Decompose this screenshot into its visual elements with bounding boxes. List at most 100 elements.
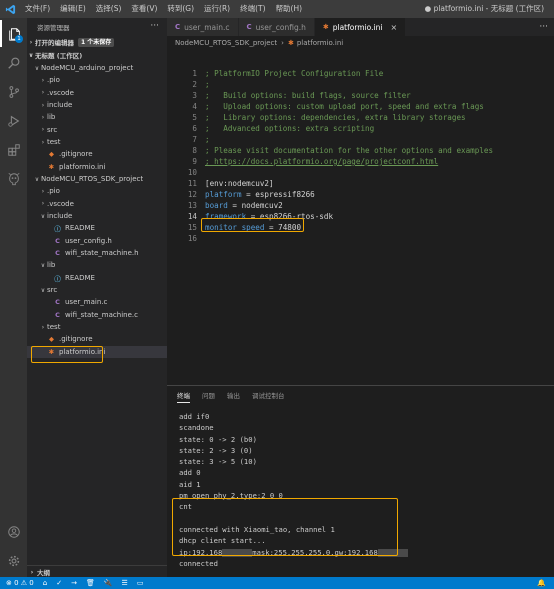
explorer-title: 资源管理器 bbox=[37, 24, 70, 32]
code-line: ; https://docs.platformio.org/page/proje… bbox=[205, 156, 545, 167]
open-editors-section[interactable]: › 打开的编辑器 1 个未保存 bbox=[27, 36, 167, 48]
new-terminal-icon[interactable]: ▭ bbox=[137, 579, 144, 587]
tree-item[interactable]: › include bbox=[27, 99, 167, 111]
notifications-bell-icon[interactable]: 🔔 bbox=[537, 577, 546, 589]
tree-item[interactable]: ∨ NodeMCU_RTOS_SDK_project bbox=[27, 173, 167, 185]
menu-item-1[interactable]: 编辑(E) bbox=[55, 0, 91, 18]
chevron-down-icon: ∨ bbox=[40, 261, 46, 269]
menu-bar: 文件(F) 编辑(E) 选择(S) 查看(V) 转到(G) 运行(R) 终端(T) 帮助(H) bbox=[20, 0, 307, 18]
menu-item-4[interactable]: 转到(G) bbox=[162, 0, 199, 18]
outline-section[interactable]: › 大纲 bbox=[27, 565, 167, 577]
breadcrumb-folder[interactable]: NodeMCU_RTOS_SDK_project bbox=[175, 39, 277, 47]
tree-item[interactable]: ◆ .gitignore bbox=[27, 148, 167, 160]
tab-user-config-h[interactable]: Cuser_config.h bbox=[238, 18, 315, 36]
terminal-text: scandone bbox=[179, 423, 214, 433]
menu-item-3[interactable]: 查看(V) bbox=[126, 0, 162, 18]
more-actions-icon[interactable]: ··· bbox=[150, 18, 159, 34]
menu-item-6[interactable]: 终端(T) bbox=[235, 0, 270, 18]
menu-item-0[interactable]: 文件(F) bbox=[20, 0, 55, 18]
breadcrumb-file[interactable]: platformio.ini bbox=[297, 39, 343, 47]
tree-item-label: .gitignore bbox=[59, 335, 93, 344]
code-text: ; Build options: build flags, source fil… bbox=[205, 91, 411, 100]
menu-item-5[interactable]: 运行(R) bbox=[199, 0, 235, 18]
chevron-right-icon: › bbox=[41, 101, 45, 109]
tree-item-label: README bbox=[65, 273, 95, 282]
tree-item-label: .vscode bbox=[47, 88, 74, 97]
platformio-icon[interactable] bbox=[0, 165, 27, 192]
panel-tab[interactable]: 终端 bbox=[177, 390, 190, 403]
line-number: 14 bbox=[187, 212, 197, 221]
tree-item[interactable]: ∨ lib bbox=[27, 259, 167, 271]
code-text: ; Library options: dependencies, extra l… bbox=[205, 113, 466, 122]
tree-item[interactable]: › .pio bbox=[27, 74, 167, 86]
explorer-header: 资源管理器 ··· bbox=[27, 18, 167, 36]
extensions-icon[interactable] bbox=[0, 136, 27, 163]
tree-item-label: NodeMCU_RTOS_SDK_project bbox=[41, 175, 144, 184]
tree-item[interactable]: ⓘ README bbox=[27, 272, 167, 284]
upload-icon[interactable]: → bbox=[71, 579, 77, 587]
search-icon[interactable] bbox=[0, 49, 27, 76]
menu-item-7[interactable]: 帮助(H) bbox=[271, 0, 308, 18]
run-debug-icon[interactable] bbox=[0, 107, 27, 134]
remote-status[interactable]: ⌂ bbox=[43, 579, 47, 587]
tab-platformio-ini[interactable]: ✱ platformio.ini × bbox=[314, 18, 407, 36]
tree-item[interactable]: Cwifi_state_machine.c bbox=[27, 309, 167, 321]
tree-item[interactable]: › lib bbox=[27, 111, 167, 123]
explorer-badge: 1 bbox=[15, 35, 23, 43]
tree-item[interactable]: › test bbox=[27, 321, 167, 333]
serial-monitor-icon[interactable]: 🔌 bbox=[104, 579, 113, 587]
line-number: 10 bbox=[187, 168, 197, 177]
tree-item[interactable]: ∨ src bbox=[27, 284, 167, 296]
tree-item[interactable]: ⓘ README bbox=[27, 222, 167, 234]
tree-item[interactable]: ∨ NodeMCU_arduino_project bbox=[27, 62, 167, 74]
settings-gear-icon[interactable] bbox=[0, 547, 27, 574]
terminal-text: state: 2 -> 3 (0) bbox=[179, 445, 253, 455]
tree-item[interactable]: › .vscode bbox=[27, 87, 167, 99]
tree-item-label: lib bbox=[47, 113, 56, 122]
terminal-icon[interactable]: ☰ bbox=[122, 579, 128, 587]
panel-tab[interactable]: 调试控制台 bbox=[252, 390, 285, 402]
source-control-icon[interactable] bbox=[0, 78, 27, 105]
code-line: ; Upload options: custom upload port, sp… bbox=[205, 101, 545, 112]
tree-item-label: README bbox=[65, 224, 95, 233]
panel-tab[interactable]: 输出 bbox=[227, 390, 240, 402]
config-key: platform bbox=[205, 190, 242, 199]
problems-status[interactable]: ⊗ 0 ⚠ 0 bbox=[6, 579, 34, 587]
tree-item-label: test bbox=[47, 138, 61, 147]
tree-item[interactable]: › test bbox=[27, 136, 167, 148]
explorer-icon[interactable]: 1 bbox=[0, 20, 27, 47]
account-icon[interactable] bbox=[0, 518, 27, 545]
tree-item-label: user_main.c bbox=[65, 298, 108, 307]
editor-more-icon[interactable]: ··· bbox=[539, 18, 548, 36]
tree-item[interactable]: Cuser_main.c bbox=[27, 296, 167, 308]
line-number: 9 bbox=[192, 157, 197, 166]
terminal-line: connected bbox=[179, 558, 408, 569]
panel-tab[interactable]: 问题 bbox=[202, 390, 215, 402]
tree-item[interactable]: ✱ platformio.ini bbox=[27, 161, 167, 173]
code-editor[interactable]: 1 2 3 4 5 6 7 8 9 10 11 12 13 14 15 16 ; PlatformIO Pro… bbox=[167, 50, 554, 385]
tree-item[interactable]: ∨ include bbox=[27, 210, 167, 222]
tab-user-main-c[interactable]: Cuser_main.c bbox=[167, 18, 239, 36]
bottom-panel: 终端 问题 输出 调试控制台 add if0 scandone state: 0 -> 2… bbox=[167, 385, 554, 577]
tree-item[interactable]: › src bbox=[27, 124, 167, 136]
close-icon[interactable]: × bbox=[390, 23, 397, 32]
platformio-file-icon: ✱ bbox=[287, 39, 294, 47]
tree-item[interactable]: › .pio bbox=[27, 185, 167, 197]
config-value: = nodemcuv2 bbox=[227, 201, 283, 210]
clean-icon[interactable]: 🗑 bbox=[86, 579, 95, 587]
c-file-icon: C bbox=[55, 249, 60, 258]
workspace-section[interactable]: ∨ 无标题 (工作区) bbox=[27, 49, 167, 61]
tree-item[interactable]: Cuser_config.h bbox=[27, 235, 167, 247]
menu-item-2[interactable]: 选择(S) bbox=[91, 0, 127, 18]
explorer-sidebar: 资源管理器 ··· › 打开的编辑器 1 个未保存 ∨ 无标题 (工作区) ∨ N… bbox=[27, 18, 167, 577]
chevron-right-icon: › bbox=[41, 187, 45, 195]
tree-item[interactable]: ◆ .gitignore bbox=[27, 333, 167, 345]
build-icon[interactable]: ✓ bbox=[56, 579, 62, 587]
line-number: 4 bbox=[192, 102, 197, 111]
terminal-text: connected bbox=[179, 558, 218, 568]
chevron-right-icon: › bbox=[29, 38, 33, 46]
tree-item[interactable]: › .vscode bbox=[27, 198, 167, 210]
tree-item[interactable]: Cwifi_state_machine.h bbox=[27, 247, 167, 259]
docs-link[interactable]: ; https://docs.platformio.org/page/proje… bbox=[205, 157, 438, 166]
